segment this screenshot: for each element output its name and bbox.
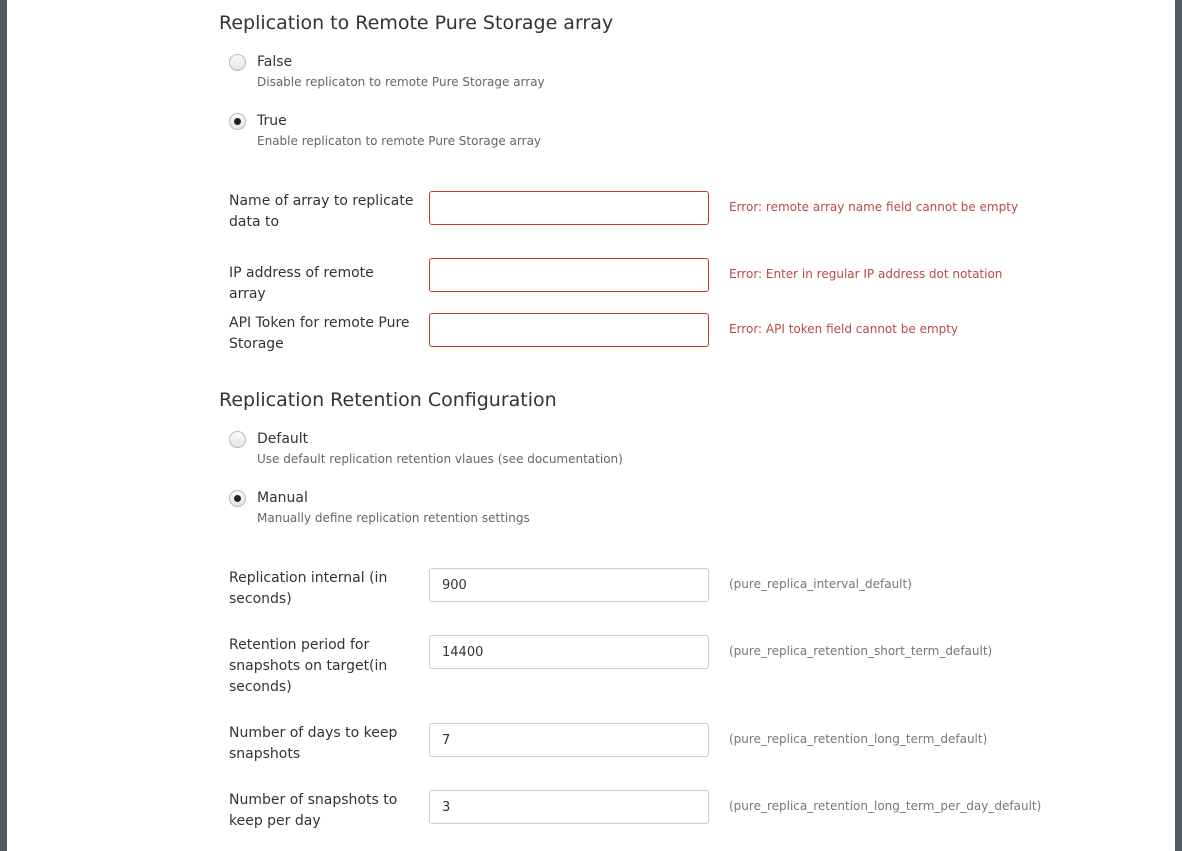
snapshots-per-day-label: Number of snapshots to keep per day: [229, 792, 398, 829]
remote-array-ip-input[interactable]: [429, 258, 709, 292]
window-frame-right: [1175, 0, 1182, 851]
replication-interval-label: Replication internal (in seconds): [229, 570, 388, 607]
retention-default-description: Use default replication retention vlaues…: [257, 452, 623, 466]
retention-manual-label[interactable]: Manual: [257, 489, 308, 508]
replication-true-description: Enable replicaton to remote Pure Storage…: [257, 134, 542, 148]
retention-manual-radio[interactable]: [229, 490, 246, 507]
retention-default-label[interactable]: Default: [257, 430, 308, 449]
retention-long-term-hint: (pure_replica_retention_long_term_defaul…: [729, 732, 988, 746]
retention-section-title: Replication Retention Configuration: [219, 389, 557, 411]
remote-array-ip-label: IP address of remote array: [229, 265, 374, 302]
retention-manual-description: Manually define replication retention se…: [257, 511, 530, 525]
window-frame-left: [0, 0, 7, 851]
snapshots-per-day-hint: (pure_replica_retention_long_term_per_da…: [729, 799, 1042, 813]
remote-array-name-label: Name of array to replicate data to: [229, 193, 414, 230]
retention-short-term-hint: (pure_replica_retention_short_term_defau…: [729, 644, 993, 658]
retention-long-term-input[interactable]: [429, 723, 709, 757]
remote-array-ip-error: Error: Enter in regular IP address dot n…: [729, 267, 1003, 281]
replication-false-label[interactable]: False: [257, 53, 292, 72]
retention-long-term-label: Number of days to keep snapshots: [229, 725, 398, 762]
replication-interval-hint: (pure_replica_interval_default): [729, 577, 912, 591]
retention-short-term-label: Retention period for snapshots on target…: [229, 637, 388, 695]
retention-short-term-input[interactable]: [429, 635, 709, 669]
remote-array-name-error: Error: remote array name field cannot be…: [729, 200, 1019, 214]
api-token-input[interactable]: [429, 313, 709, 347]
snapshots-per-day-input[interactable]: [429, 790, 709, 824]
retention-default-radio[interactable]: [229, 431, 246, 448]
replication-true-radio[interactable]: [229, 113, 246, 130]
replication-false-radio[interactable]: [229, 54, 246, 71]
remote-array-name-input[interactable]: [429, 191, 709, 225]
replication-false-description: Disable replicaton to remote Pure Storag…: [257, 75, 545, 89]
api-token-error: Error: API token field cannot be empty: [729, 322, 959, 336]
replication-interval-input[interactable]: [429, 568, 709, 602]
replication-true-label[interactable]: True: [257, 112, 287, 131]
replication-section-title: Replication to Remote Pure Storage array: [219, 12, 614, 34]
api-token-label: API Token for remote Pure Storage: [229, 315, 410, 352]
